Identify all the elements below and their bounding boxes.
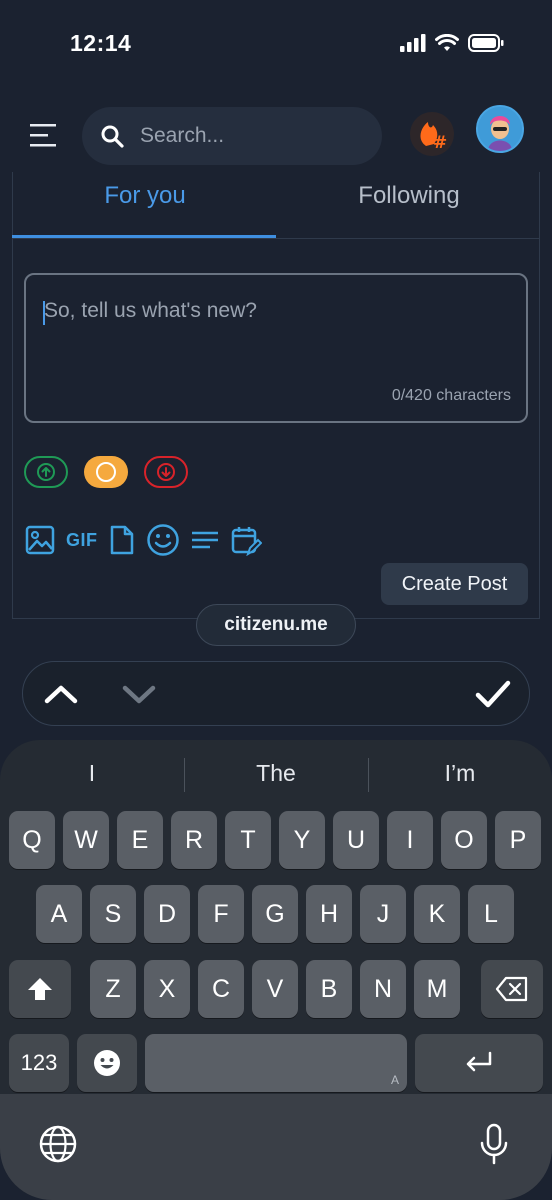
- gif-label: GIF: [66, 529, 98, 550]
- emoji-keyboard-icon: [94, 1050, 120, 1076]
- text-format-icon[interactable]: [190, 522, 220, 558]
- key-b[interactable]: B: [306, 960, 352, 1018]
- backspace-icon: [495, 976, 528, 1002]
- key-w[interactable]: W: [63, 811, 109, 869]
- emoji-icon[interactable]: [146, 522, 180, 558]
- key-y[interactable]: Y: [279, 811, 325, 869]
- shift-key[interactable]: [9, 960, 71, 1018]
- return-key[interactable]: [415, 1034, 543, 1092]
- space-hint: A: [390, 1073, 399, 1087]
- character-counter: 0/420 characters: [391, 387, 511, 404]
- key-p[interactable]: P: [495, 811, 541, 869]
- tab-following[interactable]: Following: [277, 182, 541, 236]
- key-l[interactable]: L: [468, 885, 514, 943]
- status-bar: 12:14: [0, 0, 552, 90]
- composer-toolbar: GIF: [24, 522, 272, 558]
- search-bar[interactable]: [82, 107, 382, 165]
- key-k[interactable]: K: [414, 885, 460, 943]
- backspace-key[interactable]: [481, 960, 543, 1018]
- arrow-up-circle-icon: [37, 463, 55, 481]
- key-d[interactable]: D: [144, 885, 190, 943]
- battery-icon: [468, 34, 504, 52]
- predictive-suggestions: I The I’m: [0, 752, 552, 796]
- upvote-button[interactable]: [24, 456, 68, 488]
- search-icon: [84, 124, 140, 148]
- key-z[interactable]: Z: [90, 960, 136, 1018]
- suggestion-3[interactable]: I’m: [368, 760, 552, 787]
- onscreen-keyboard: I The I’m Q W E R T Y U I O P A S D F G …: [0, 740, 552, 1200]
- cellular-signal-icon: [400, 34, 426, 52]
- key-o[interactable]: O: [441, 811, 487, 869]
- suggestion-2[interactable]: The: [184, 760, 368, 787]
- document-icon[interactable]: [108, 522, 136, 558]
- gif-button[interactable]: GIF: [66, 522, 98, 558]
- neutral-vote-button[interactable]: [84, 456, 128, 488]
- key-f[interactable]: F: [198, 885, 244, 943]
- schedule-post-icon[interactable]: [230, 522, 262, 558]
- done-checkmark-icon[interactable]: [473, 674, 513, 714]
- key-i[interactable]: I: [387, 811, 433, 869]
- key-j[interactable]: J: [360, 885, 406, 943]
- user-avatar[interactable]: [476, 105, 524, 153]
- globe-icon[interactable]: [34, 1120, 82, 1168]
- space-key[interactable]: A: [145, 1034, 407, 1092]
- keyboard-accessory-bar: [22, 661, 530, 726]
- trending-hashtag-icon[interactable]: #: [408, 110, 456, 158]
- shift-icon: [28, 978, 52, 1000]
- feed-tabs: For you Following: [12, 172, 540, 238]
- key-e[interactable]: E: [117, 811, 163, 869]
- arrow-down-circle-icon: [157, 463, 175, 481]
- key-m[interactable]: M: [414, 960, 460, 1018]
- image-upload-icon[interactable]: [24, 522, 56, 558]
- hamburger-menu-icon[interactable]: [26, 120, 62, 152]
- suggestion-1[interactable]: I: [0, 760, 184, 787]
- key-v[interactable]: V: [252, 960, 298, 1018]
- key-r[interactable]: R: [171, 811, 217, 869]
- key-t[interactable]: T: [225, 811, 271, 869]
- search-input[interactable]: [140, 124, 360, 148]
- key-c[interactable]: C: [198, 960, 244, 1018]
- key-n[interactable]: N: [360, 960, 406, 1018]
- wifi-icon: [435, 34, 459, 51]
- key-g[interactable]: G: [252, 885, 298, 943]
- numbers-key[interactable]: 123: [9, 1034, 69, 1092]
- key-s[interactable]: S: [90, 885, 136, 943]
- top-app-bar: #: [0, 100, 552, 172]
- previous-field-icon[interactable]: [41, 674, 81, 714]
- next-field-icon[interactable]: [119, 674, 159, 714]
- key-q[interactable]: Q: [9, 811, 55, 869]
- status-time: 12:14: [70, 30, 132, 56]
- status-icons: [400, 34, 504, 52]
- downvote-button[interactable]: [144, 456, 188, 488]
- return-icon: [466, 1051, 492, 1072]
- post-textarea[interactable]: So, tell us what's new? 0/420 characters: [24, 273, 528, 423]
- tab-for-you[interactable]: For you: [13, 182, 277, 236]
- key-h[interactable]: H: [306, 885, 352, 943]
- create-post-button[interactable]: Create Post: [381, 563, 528, 605]
- key-x[interactable]: X: [144, 960, 190, 1018]
- emoji-key[interactable]: [77, 1034, 137, 1092]
- svg-text:#: #: [433, 133, 447, 153]
- microphone-icon[interactable]: [470, 1120, 518, 1168]
- post-placeholder: So, tell us what's new?: [44, 299, 257, 322]
- key-u[interactable]: U: [333, 811, 379, 869]
- circle-icon: [96, 462, 116, 482]
- browser-url-pill[interactable]: citizenu.me: [196, 604, 356, 646]
- key-a[interactable]: A: [36, 885, 82, 943]
